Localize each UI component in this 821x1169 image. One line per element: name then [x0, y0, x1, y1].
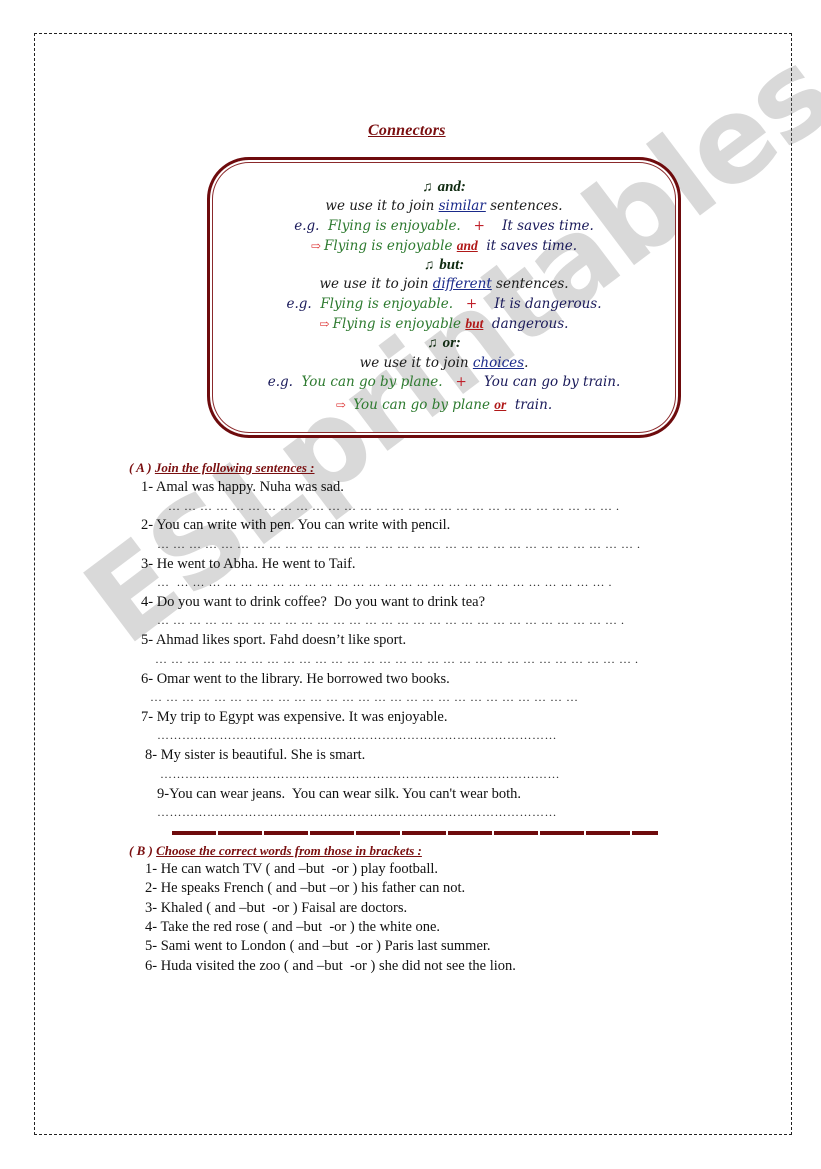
- rules-content: ♫ and: we use it to join similar sentence…: [207, 178, 681, 416]
- question-item: 7- My trip to Egypt was expensive. It wa…: [141, 709, 448, 725]
- answer-line[interactable]: ……………………………………………………………………………………: [157, 728, 557, 743]
- but-rule-keyword: different: [432, 276, 492, 293]
- and-heading: ♫ and:: [422, 179, 466, 195]
- or-rule: we use it to join choices.: [359, 354, 529, 371]
- or-heading: ♫ or:: [427, 335, 461, 352]
- question-item: 4- Take the red rose ( and –but -or ) th…: [145, 919, 441, 935]
- section-b-heading: ( B ) Choose the correct words from thos…: [129, 843, 422, 858]
- question-item: 5- Ahmad likes sport. Fahd doesn’t like …: [141, 632, 407, 648]
- answer-line[interactable]: … … … … … … … … … … … … … … … … … … … … …: [168, 499, 620, 514]
- or-rule-keyword: choices: [472, 354, 525, 371]
- arrow-right-icon: ⇨: [335, 398, 346, 413]
- but-result: ⇨ Flying is enjoyable but dangerous.: [319, 316, 569, 333]
- and-result: ⇨ Flying is enjoyable and it saves time.: [310, 237, 578, 254]
- but-example: e.g. Flying is enjoyable. + It is danger…: [286, 295, 602, 312]
- but-heading: ♫ but:: [423, 257, 465, 274]
- answer-line[interactable]: … … … … … … … … … … … … … … … … … … … … …: [157, 575, 612, 590]
- question-item: 6- Omar went to the library. He borrowed…: [141, 671, 450, 687]
- answer-line[interactable]: … … … … … … … … … … … … … … … … … … … … …: [157, 537, 641, 552]
- section-a-heading: ( A ) Join the following sentences :: [129, 460, 315, 475]
- question-item: 5- Sami went to London ( and –but -or ) …: [145, 938, 491, 954]
- or-result: ⇨ You can go by plane or train.: [335, 397, 553, 414]
- answer-line[interactable]: ……………………………………………………………………………………: [157, 805, 557, 820]
- question-item: 2- You can write with pen. You can write…: [141, 517, 451, 533]
- question-item: 6- Huda visited the zoo ( and –but -or )…: [145, 958, 516, 974]
- note-icon: ♫: [422, 180, 433, 195]
- question-item: 2- He speaks French ( and –but –or ) his…: [145, 880, 466, 896]
- arrow-right-icon: ⇨: [310, 238, 322, 253]
- note-icon: ♫: [427, 336, 438, 352]
- and-keyword: and: [456, 237, 478, 253]
- page-title: Connectors: [368, 122, 446, 139]
- answer-line[interactable]: … … … … … … … … … … … … … … … … … … … … …: [157, 613, 625, 628]
- question-item: 1- He can watch TV ( and –but -or ) play…: [145, 861, 439, 877]
- section-divider: [172, 831, 658, 835]
- answer-line[interactable]: … … … … … … … … … … … … … … … … … … … … …: [150, 690, 579, 705]
- arrow-right-icon: ⇨: [319, 317, 330, 332]
- or-example: e.g. You can go by plane. + You can go b…: [267, 373, 621, 390]
- and-example: e.g. Flying is enjoyable. + It saves tim…: [294, 217, 594, 234]
- but-keyword: but: [465, 316, 484, 332]
- question-item: 9-You can wear jeans. You can wear silk.…: [157, 786, 521, 802]
- question-item: 4- Do you want to drink coffee? Do you w…: [141, 594, 486, 610]
- question-item: 1- Amal was happy. Nuha was sad.: [141, 479, 344, 495]
- but-rule: we use it to join different sentences.: [319, 276, 569, 293]
- question-item: 3- He went to Abha. He went to Taif.: [141, 556, 356, 572]
- question-item: 3- Khaled ( and –but -or ) Faisal are do…: [145, 900, 408, 916]
- answer-line[interactable]: ……………………………………………………………………………………: [160, 767, 560, 782]
- answer-line[interactable]: … … … … … … … … … … … … … … … … … … … … …: [155, 652, 639, 667]
- question-item: 8- My sister is beautiful. She is smart.: [145, 747, 366, 763]
- and-rule: we use it to join similar sentences.: [325, 198, 563, 215]
- and-rule-keyword: similar: [438, 198, 486, 215]
- or-keyword: or: [494, 397, 507, 413]
- note-icon: ♫: [423, 258, 435, 274]
